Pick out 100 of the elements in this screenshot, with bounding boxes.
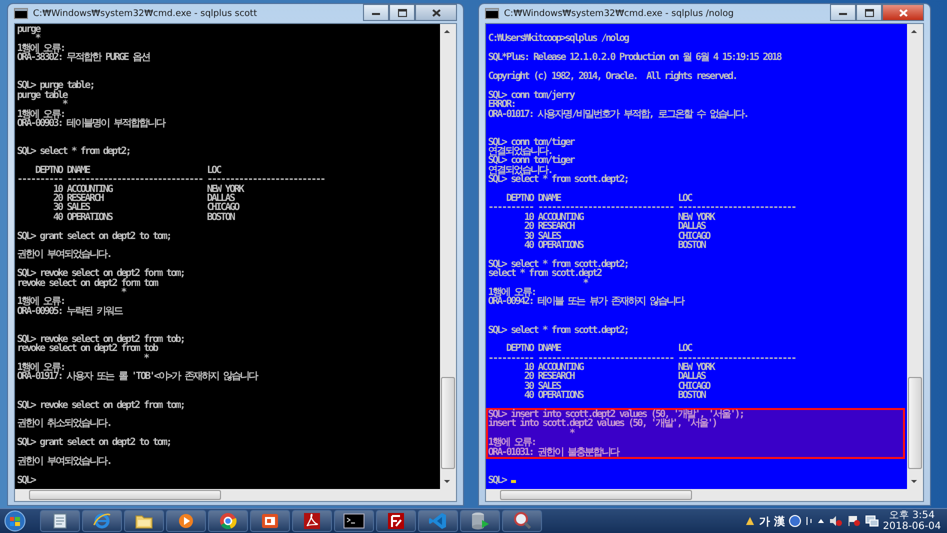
horizontal-scrollbar[interactable] <box>486 489 923 501</box>
clock[interactable]: 오후 3:54 2018-06-04 <box>882 510 941 532</box>
scrollbar-thumb[interactable] <box>441 377 455 469</box>
console-line: 1행에 오류: <box>488 438 537 448</box>
console-line: 연결되었습니다. <box>488 147 552 156</box>
scrollbar-thumb[interactable] <box>908 377 922 469</box>
console-line: 연결되었습니다. <box>488 166 552 176</box>
input-method-label[interactable]: 가 <box>758 514 770 528</box>
taskbar-button[interactable] <box>460 510 500 532</box>
scrollbar-thumb[interactable] <box>500 490 692 500</box>
console-line: purge <box>17 25 42 34</box>
close-button[interactable] <box>415 4 457 21</box>
vertical-scrollbar[interactable] <box>907 24 923 489</box>
console-line: SQL> revoke select on dept2 from tom; <box>17 400 186 410</box>
browser-icon <box>92 511 112 531</box>
console-app-icon <box>14 8 28 19</box>
console-line: SQL> revoke select on dept2 form tom; <box>17 269 186 279</box>
console-line: Copyright (c) 1982, 2014, Oracle. All rights reserved. <box>488 72 738 82</box>
taskbar-button[interactable] <box>502 510 542 532</box>
console-line: ORA-00942: 테이블 또는 뷰가 존재하지 않습니다 <box>488 297 685 307</box>
vertical-scrollbar[interactable] <box>440 24 456 489</box>
maximize-icon <box>864 8 874 16</box>
console-line: 40 OPERATIONS BOSTON <box>523 391 706 401</box>
console-line: SQL> <box>488 476 907 486</box>
console-line: select * from scott.dept2 <box>488 269 602 279</box>
chrome-icon <box>218 511 238 531</box>
console-line: ORA-01917: 사용자 또는 롤 'TOB'<이>가 존재하지 않습니다 <box>17 372 258 382</box>
taskbar-button[interactable] <box>40 510 80 532</box>
console-line: 권한이 부여되었습니다. <box>17 250 112 260</box>
taskbar-button[interactable] <box>82 510 122 532</box>
start-orb-icon <box>4 510 26 532</box>
console-line: ---------- ------------------------------ -------------------------- <box>488 203 796 213</box>
console-line: * <box>35 34 42 44</box>
taskbar-button[interactable] <box>334 510 374 532</box>
console-line: 20 RESEARCH DALLAS <box>523 222 706 232</box>
console-line: 1행에 오류: <box>17 44 66 54</box>
pdf-icon <box>302 511 322 531</box>
console-line: 1행에 오류: <box>488 288 537 298</box>
play-icon <box>177 512 195 530</box>
clock-date: 2018-06-04 <box>882 521 941 532</box>
slides-icon <box>260 512 280 530</box>
console-line: 10 ACCOUNTING NEW YORK <box>523 363 716 372</box>
console-line: SQL*Plus: Release 12.1.0.2.0 Production on 월 6월 4 15:19:15 2018 <box>488 53 782 63</box>
console-line: ORA-00905: 누락된 키워드 <box>17 306 124 316</box>
console-line: SQL> insert into scott.dept2 values (50, '개발', '서울'); <box>488 410 745 420</box>
taskbar-button[interactable] <box>250 510 290 532</box>
maximize-button[interactable] <box>389 4 415 21</box>
taskbar-button[interactable] <box>124 510 164 532</box>
console-line: DEPTNO DNAME LOC <box>34 166 222 176</box>
console-line: 30 SALES CHICAGO <box>52 203 240 213</box>
code-editor-icon <box>428 511 448 531</box>
notepad-icon <box>51 512 69 530</box>
console-line: 1행에 오류: <box>17 110 66 119</box>
console-line: SQL> conn tom/tiger <box>488 156 576 166</box>
taskbar-button[interactable] <box>292 510 332 532</box>
console-line: DEPTNO DNAME LOC <box>505 344 693 354</box>
magnifier-icon <box>512 511 532 531</box>
console-line: * <box>62 100 68 110</box>
console-line: SQL> select * from scott.dept2; <box>488 175 630 185</box>
console-line: 20 RESEARCH DALLAS <box>523 372 706 382</box>
close-icon <box>432 8 440 16</box>
minimize-button[interactable] <box>830 4 856 21</box>
flag-icon[interactable] <box>846 515 861 527</box>
console-line: SQL> grant select on dept2 to tom; <box>17 438 172 448</box>
maximize-button[interactable] <box>856 4 882 21</box>
console-line: ---------- ------------------------------ -------------------------- <box>17 175 326 185</box>
show-hidden-icon[interactable] <box>816 517 825 525</box>
console-line: ORA-01031: 권한이 불충분합니다 <box>488 448 620 457</box>
taskbar-button[interactable] <box>376 510 416 532</box>
console-line: 권한이 부여되었습니다. <box>17 456 112 466</box>
input-method-label[interactable]: 漢 <box>774 514 785 528</box>
minimize-button[interactable] <box>363 4 389 21</box>
console-line: SQL> revoke select on dept2 from tob; <box>17 334 186 344</box>
clock-time: 오후 3:54 <box>889 510 935 521</box>
window-title: C:₩Windows₩system32₩cmd.exe - sqlplus scott <box>33 8 258 18</box>
horizontal-scrollbar[interactable] <box>15 489 456 501</box>
console-line: * <box>142 354 150 364</box>
console-line: ---------- ------------------------------ -------------------------- <box>488 354 796 364</box>
terminal-icon <box>343 512 365 530</box>
database-icon <box>470 511 490 531</box>
console-line: * <box>569 428 574 438</box>
console-line: 40 OPERATIONS BOSTON <box>52 212 236 222</box>
console-line: 1행에 오류: <box>17 297 66 307</box>
taskbar-button[interactable] <box>166 510 206 532</box>
maximize-icon <box>398 8 406 16</box>
console-line: 20 RESEARCH DALLAS <box>52 194 234 204</box>
console-line: ORA-38302: 무적합한 PURGE 옵션 <box>17 53 151 63</box>
taskbar-button[interactable] <box>208 510 248 532</box>
console-line: SQL> grant select on dept2 to tom; <box>17 232 172 241</box>
network-icon[interactable] <box>864 515 879 527</box>
speaker-muted-icon[interactable] <box>828 515 843 527</box>
console-line: SQL> conn tom/jerry <box>488 90 576 100</box>
console-line: revoke select on dept2 form tom <box>17 278 159 288</box>
close-button[interactable] <box>882 4 924 21</box>
console-line: DEPTNO DNAME LOC <box>505 194 693 204</box>
console-line: purge table <box>17 90 68 100</box>
console-line: 10 ACCOUNTING NEW YORK <box>523 212 716 222</box>
console-line: ORA-01017: 사용자명/비밀번호가 부적합, 로그온할 수 없습니다. <box>488 110 749 119</box>
console-line: revoke select on dept2 from tob <box>17 344 159 354</box>
scrollbar-thumb[interactable] <box>29 490 221 500</box>
